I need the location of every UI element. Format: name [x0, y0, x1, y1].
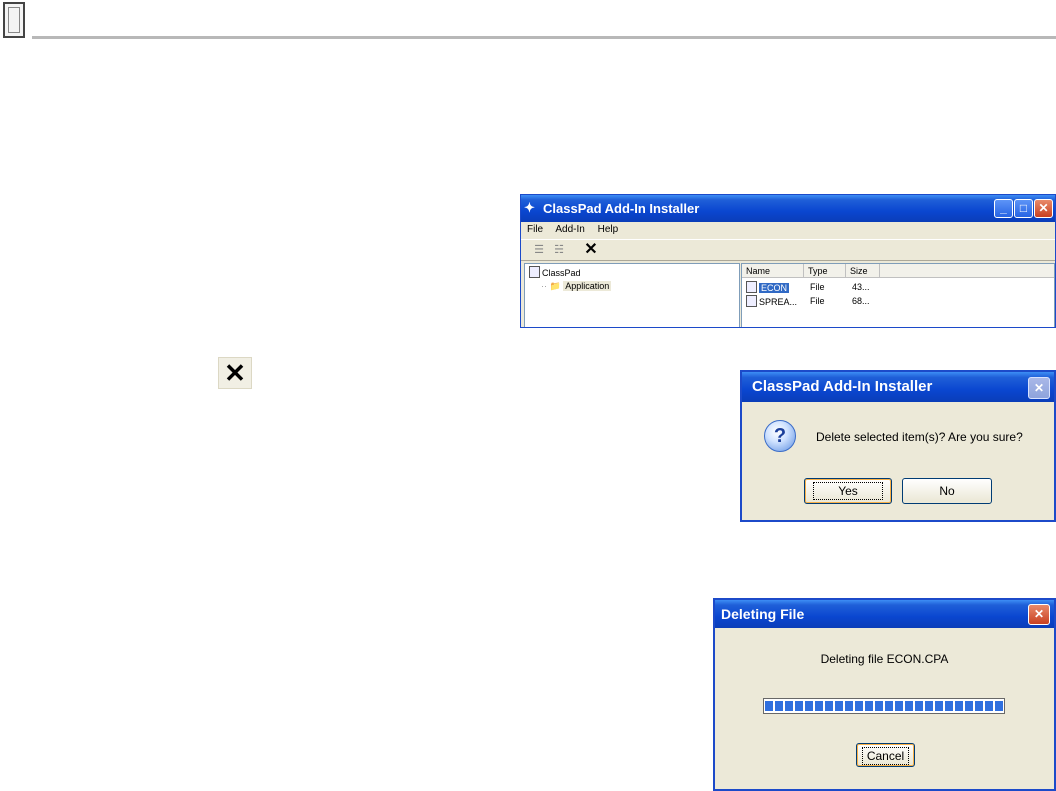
file-icon	[746, 281, 757, 293]
confirm-title-bar[interactable]: ClassPad Add-In Installer ✕	[742, 372, 1054, 402]
file-icon	[746, 295, 757, 307]
list-cell-size: 68...	[852, 296, 870, 306]
folder-icon: 📁	[549, 281, 561, 291]
menu-file[interactable]: File	[527, 224, 543, 235]
minimize-icon[interactable]: _	[994, 199, 1013, 218]
menu-help[interactable]: Help	[598, 224, 619, 235]
page-header	[0, 0, 1056, 44]
close-icon[interactable]: ✕	[1028, 604, 1050, 625]
tree-connector: ··	[541, 281, 547, 291]
installer-window: ✦ ClassPad Add-In Installer _ □ ✕ File A…	[520, 194, 1056, 328]
confirm-dialog: ClassPad Add-In Installer ✕ ? Delete sel…	[740, 370, 1056, 522]
list-item-sprea[interactable]: SPREA...	[746, 295, 797, 307]
deleting-title-bar[interactable]: Deleting File ✕	[715, 600, 1054, 628]
tree-item-application[interactable]: ·· 📁 Application	[541, 280, 612, 292]
list-item-econ[interactable]: ECON	[746, 281, 790, 293]
add-app-icon[interactable]: ☵	[551, 242, 567, 258]
list-cell-type: File	[810, 296, 825, 306]
file-list[interactable]: Name Type Size ECON File 43... SPREA... …	[741, 263, 1055, 327]
tree-item-classpad[interactable]: ClassPad	[529, 266, 581, 278]
deleting-message: Deleting file ECON.CPA	[820, 652, 949, 666]
progress-fill	[765, 701, 1003, 711]
toolbar: ☰ ☵ ✕	[521, 239, 1055, 261]
menu-add-in[interactable]: Add-In	[555, 224, 584, 235]
no-button[interactable]: No	[902, 478, 992, 504]
delete-icon[interactable]: ✕	[583, 242, 599, 258]
list-cell-size: 43...	[852, 282, 870, 292]
delete-button-icon: ✕	[218, 357, 252, 389]
question-icon: ?	[764, 420, 796, 452]
list-cell-type: File	[810, 282, 825, 292]
progress-bar	[763, 698, 1005, 714]
column-header-type[interactable]: Type	[804, 264, 846, 278]
deleting-title: Deleting File	[721, 606, 805, 622]
installer-title: ClassPad Add-In Installer	[543, 201, 700, 216]
header-rule	[32, 36, 1056, 39]
yes-button[interactable]: Yes	[804, 478, 892, 504]
column-header-size[interactable]: Size	[846, 264, 880, 278]
close-icon[interactable]: ✕	[1034, 199, 1053, 218]
app-icon: ✦	[524, 200, 535, 215]
close-icon[interactable]: ✕	[1028, 377, 1050, 399]
page-icon	[3, 2, 25, 38]
column-header-name[interactable]: Name	[742, 264, 804, 278]
confirm-title: ClassPad Add-In Installer	[752, 378, 933, 395]
deleting-dialog: Deleting File ✕ Deleting file ECON.CPA C…	[713, 598, 1056, 791]
add-item-icon[interactable]: ☰	[531, 242, 547, 258]
menu-bar: File Add-In Help	[521, 222, 1055, 238]
installer-title-bar[interactable]: ✦ ClassPad Add-In Installer _ □ ✕	[521, 195, 1055, 222]
cancel-button[interactable]: Cancel	[856, 743, 915, 767]
device-icon	[529, 266, 540, 278]
maximize-icon[interactable]: □	[1014, 199, 1033, 218]
column-header-filler	[880, 264, 1054, 278]
tree-view[interactable]: ClassPad ·· 📁 Application	[524, 263, 740, 327]
confirm-message: Delete selected item(s)? Are you sure?	[816, 430, 1023, 444]
